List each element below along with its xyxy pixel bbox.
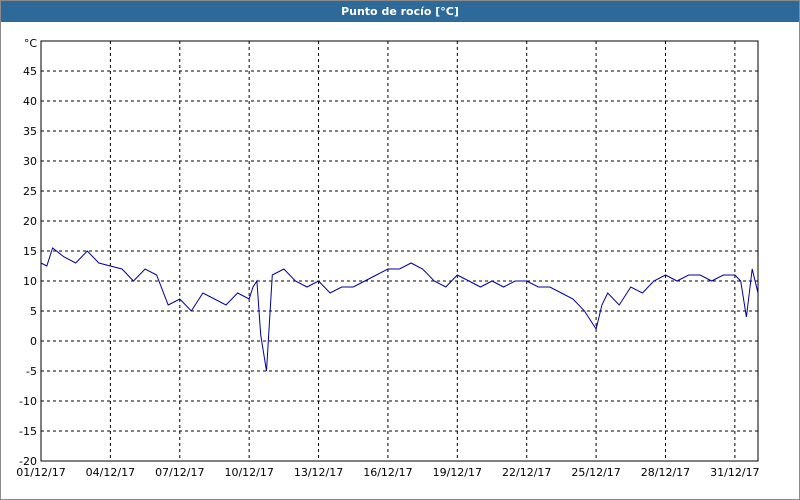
y-axis-unit-label: °C <box>24 37 38 50</box>
y-tick-label: 0 <box>30 335 37 348</box>
x-tick-label: 25/12/17 <box>571 466 620 479</box>
x-tick-label: 31/12/17 <box>710 466 759 479</box>
y-tick-label: 40 <box>23 95 37 108</box>
dew-point-chart: -20-15-10-5051015202530354045°C01/12/17 0… <box>16 37 759 479</box>
y-tick-label: 15 <box>23 245 37 258</box>
y-tick-label: 5 <box>30 305 37 318</box>
x-tick-label: 10/12/17 <box>224 466 273 479</box>
x-tick-label: 16/12/17 <box>363 466 412 479</box>
y-tick-label: 20 <box>23 215 37 228</box>
y-tick-label: -10 <box>19 395 37 408</box>
y-tick-label: -5 <box>26 365 37 378</box>
x-tick-label: 19/12/17 <box>433 466 482 479</box>
x-tick-label: 22/12/17 <box>502 466 551 479</box>
y-tick-label: -15 <box>19 425 37 438</box>
y-tick-label: 45 <box>23 65 37 78</box>
plot-area <box>40 40 759 462</box>
y-tick-label: 10 <box>23 275 37 288</box>
y-tick-label: 30 <box>23 155 37 168</box>
x-tick-label: 04/12/17 <box>86 466 135 479</box>
x-tick-label: 01/12/17 <box>16 466 65 479</box>
y-tick-label: 35 <box>23 125 37 138</box>
x-tick-label: 13/12/17 <box>294 466 343 479</box>
x-tick-label: 07/12/17 <box>155 466 204 479</box>
x-tick-label: 28/12/17 <box>641 466 690 479</box>
chart-window: Punto de rocío [°C] -20 -15 -10 -5 0 5 10 15 20 2… <box>0 0 800 500</box>
y-tick-label: 25 <box>23 185 37 198</box>
